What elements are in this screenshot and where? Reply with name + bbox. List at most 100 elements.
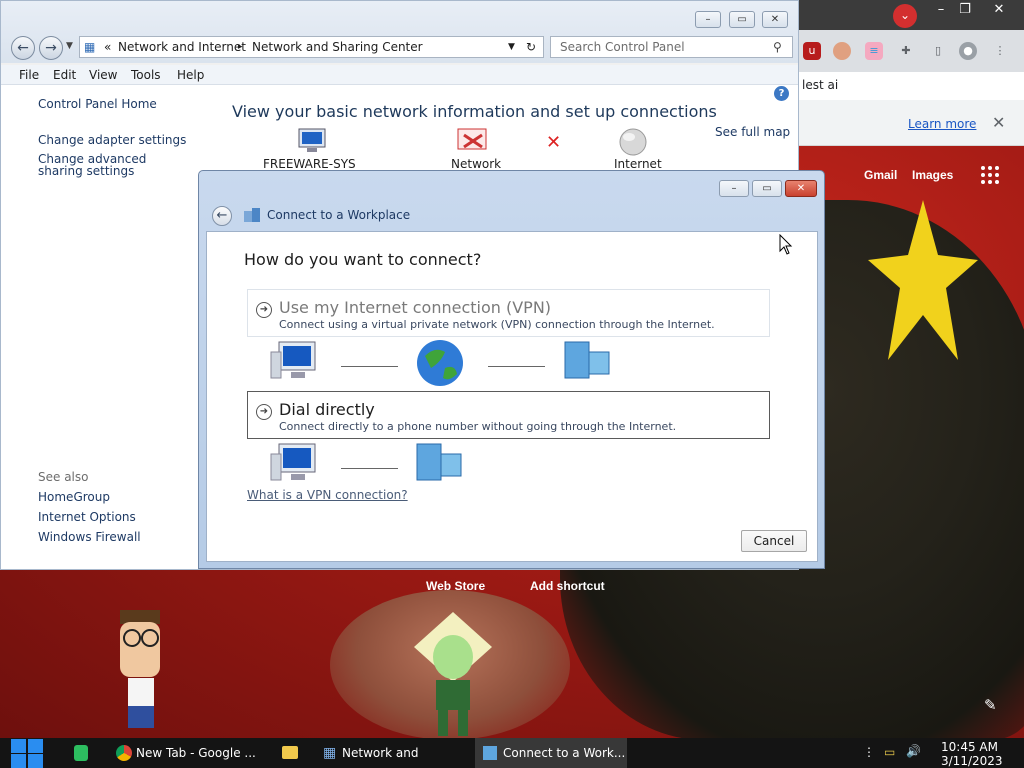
dial-directly-option[interactable]: ➜ Dial directly Connect directly to a ph… — [247, 391, 770, 439]
taskbar: New Tab - Google ... ▦ Network and Shari… — [0, 738, 1024, 768]
dial-option-title: Dial directly — [279, 400, 375, 419]
see-full-map-link[interactable]: See full map — [715, 125, 790, 139]
wp-minimize-button[interactable]: – — [719, 180, 749, 197]
refresh-icon[interactable]: ↻ — [526, 40, 536, 54]
cp-maximize-button[interactable]: ▭ — [729, 11, 755, 28]
homegroup-link[interactable]: HomeGroup — [38, 490, 110, 504]
map-network-label: Network — [451, 157, 502, 171]
customize-pencil-icon[interactable]: ✎ — [984, 696, 997, 714]
vpn-connector-line-2 — [488, 366, 545, 367]
dial-option-description: Connect directly to a phone number witho… — [279, 420, 677, 433]
learn-more-link[interactable]: Learn more — [908, 117, 976, 131]
clock-time[interactable]: 10:45 AM — [941, 740, 998, 754]
ublock-extension-icon[interactable]: u — [803, 42, 821, 60]
speaker-icon[interactable]: 🔊 — [906, 744, 921, 758]
connect-question: How do you want to connect? — [244, 250, 482, 269]
menu-view[interactable]: View — [89, 68, 117, 82]
file-explorer-taskbar-icon[interactable] — [276, 738, 306, 768]
evernote-taskbar-icon[interactable] — [66, 738, 96, 768]
search-placeholder: Search Control Panel — [560, 40, 685, 54]
side-panel-icon[interactable]: ▯ — [929, 42, 947, 60]
windows-firewall-link[interactable]: Windows Firewall — [38, 530, 141, 544]
breadcrumb-network-internet[interactable]: Network and Internet — [118, 40, 246, 54]
cp-task-pane: Control Panel Home Change adapter settin… — [1, 85, 201, 569]
chrome-menu-icon[interactable]: ⋮ — [991, 42, 1009, 60]
workplace-icon — [244, 208, 260, 222]
change-advanced-sharing-link[interactable]: Change advanced sharing settings — [38, 153, 188, 177]
gmail-link[interactable]: Gmail — [864, 168, 897, 182]
wp-content-area: How do you want to connect? ➜ Use my Int… — [206, 231, 818, 562]
taskbar-workplace-label: Connect to a Work... — [503, 746, 626, 760]
clock-date[interactable]: 3/11/2023 — [941, 754, 1003, 768]
cp-titlebar: – ▭ ✕ ← → ▼ ▦ « Network and Internet ▸ N… — [1, 1, 798, 63]
peridot-cartoon-sticker — [414, 612, 492, 736]
cancel-button[interactable]: Cancel — [741, 530, 807, 552]
dial-arrow-icon: ➜ — [256, 404, 272, 420]
chrome-restore-button[interactable]: ❐ — [951, 0, 979, 20]
omnibox-suggestion[interactable]: lest ai — [802, 78, 838, 92]
computer-icon — [298, 128, 326, 152]
infobar-close-icon[interactable]: ✕ — [992, 113, 1005, 132]
network-tray-icon[interactable]: ▭ — [884, 745, 895, 759]
internet-options-link[interactable]: Internet Options — [38, 510, 136, 524]
star-graphic — [868, 200, 978, 360]
address-bar[interactable]: ▦ « Network and Internet ▸ Network and S… — [79, 36, 544, 58]
wp-maximize-button[interactable]: ▭ — [752, 180, 782, 197]
page-title: View your basic network information and … — [232, 102, 717, 121]
images-link[interactable]: Images — [912, 168, 953, 182]
address-dropdown-icon[interactable]: ▼ — [508, 42, 515, 52]
taskbar-network-label: Network and Sharin... — [342, 746, 419, 760]
control-panel-home-link[interactable]: Control Panel Home — [38, 97, 157, 111]
google-apps-icon[interactable] — [981, 166, 1001, 186]
profile-icon[interactable]: ● — [959, 42, 977, 60]
network-icon — [457, 128, 487, 150]
search-control-panel-input[interactable]: Search Control Panel ⚲ — [550, 36, 793, 58]
menu-bar: File Edit View Tools Help — [1, 65, 798, 85]
breadcrumb-sharing-center[interactable]: Network and Sharing Center — [252, 40, 423, 54]
chrome-icon — [116, 745, 132, 761]
search-icon[interactable]: ⚲ — [773, 40, 782, 54]
vpn-option-title: Use my Internet connection (VPN) — [279, 298, 552, 317]
dial-connector-line — [341, 468, 398, 469]
menu-help[interactable]: Help — [177, 68, 204, 82]
web-store-shortcut[interactable]: Web Store — [426, 579, 485, 593]
extensions-puzzle-icon[interactable]: ✚ — [897, 42, 915, 60]
see-also-heading: See also — [38, 470, 89, 484]
back-arrow-icon[interactable]: ← — [11, 36, 35, 60]
taskbar-chrome-label: New Tab - Google ... — [136, 746, 256, 760]
vpn-globe-icon — [417, 340, 463, 386]
menu-edit[interactable]: Edit — [53, 68, 76, 82]
chrome-tab-search-icon[interactable]: ⌄ — [893, 4, 917, 28]
forward-arrow-icon[interactable]: → — [39, 36, 63, 60]
recent-pages-chevron-icon[interactable]: ▼ — [66, 41, 73, 51]
map-internet-label: Internet — [614, 157, 662, 171]
hank-cartoon-sticker — [120, 610, 160, 728]
use-internet-vpn-option[interactable]: ➜ Use my Internet connection (VPN) Conne… — [247, 289, 770, 337]
chrome-close-button[interactable]: ✕ — [985, 0, 1013, 20]
network-location-icon: ▦ — [84, 40, 96, 54]
disconnected-x-icon: ✕ — [546, 132, 562, 153]
address-prefix: « — [104, 40, 112, 54]
taskbar-chrome-new-tab[interactable]: New Tab - Google ... — [108, 738, 263, 768]
help-icon[interactable]: ? — [774, 86, 789, 101]
menu-file[interactable]: File — [19, 68, 39, 82]
connect-to-workplace-dialog: – ▭ ✕ ← Connect to a Workplace How do yo… — [198, 170, 825, 569]
dial-workplace-building-icon — [416, 443, 462, 481]
add-shortcut-button[interactable]: Add shortcut — [530, 579, 605, 593]
vpn-arrow-icon: ➜ — [256, 302, 272, 318]
avatar-extension-icon[interactable] — [833, 42, 851, 60]
wp-back-arrow-icon[interactable]: ← — [212, 206, 232, 226]
flag-extension-icon[interactable]: ≡ — [865, 42, 883, 60]
wp-close-button[interactable]: ✕ — [785, 180, 817, 197]
map-computer-label: FREEWARE-SYS — [263, 157, 356, 171]
tray-overflow-icon[interactable]: ⋮ — [863, 745, 875, 759]
change-adapter-settings-link[interactable]: Change adapter settings — [38, 133, 186, 147]
what-is-vpn-link[interactable]: What is a VPN connection? — [247, 488, 408, 502]
cp-minimize-button[interactable]: – — [695, 11, 721, 28]
start-button[interactable] — [9, 737, 43, 768]
taskbar-network-sharing[interactable]: ▦ Network and Sharin... — [316, 738, 466, 768]
cp-close-button[interactable]: ✕ — [762, 11, 788, 28]
vpn-workplace-building-icon — [564, 341, 610, 379]
taskbar-connect-workplace[interactable]: Connect to a Work... — [475, 738, 627, 768]
menu-tools[interactable]: Tools — [131, 68, 161, 82]
